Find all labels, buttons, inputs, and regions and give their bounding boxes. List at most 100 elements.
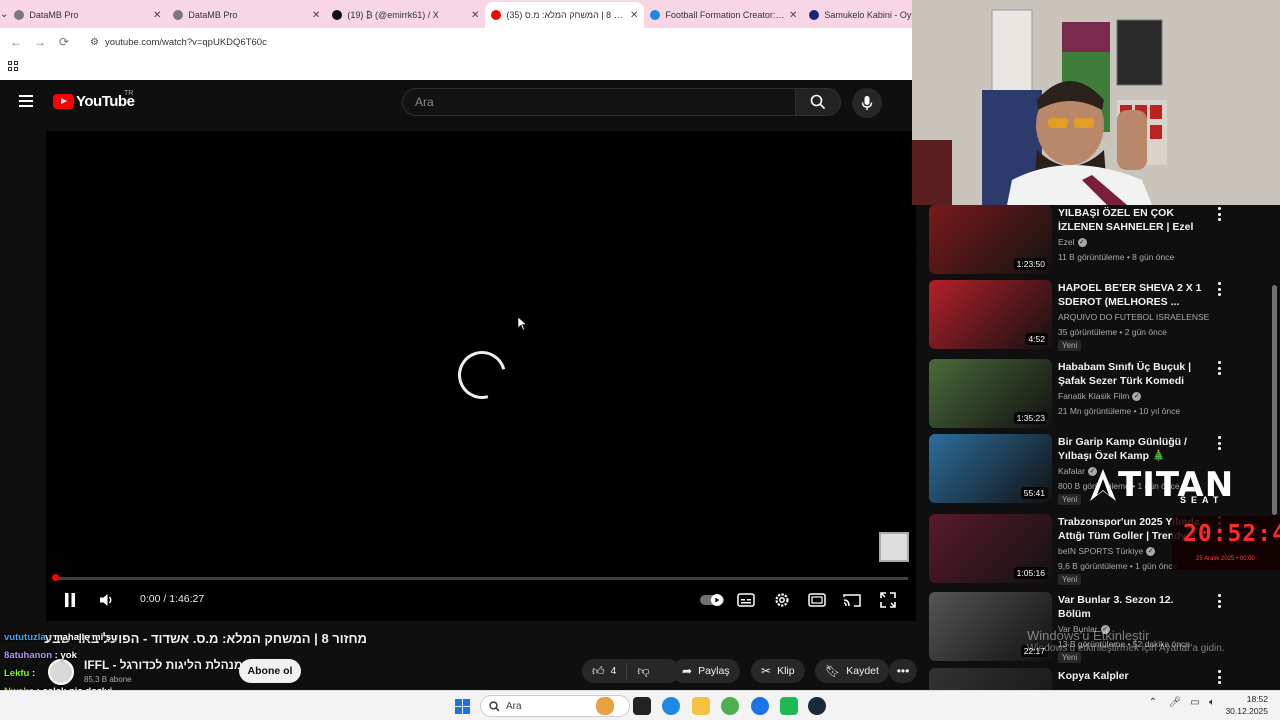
search-button[interactable] [795,88,841,116]
tab-search-dropdown-icon[interactable]: ⌄ [0,0,8,28]
recommendation-title[interactable]: YILBAŞI ÖZEL EN ÇOK İZLENEN SAHNELER | E… [1058,206,1206,234]
network-icon[interactable]: ▭ [1188,697,1202,715]
windows-start-icon[interactable] [455,699,470,714]
save-button[interactable]: 🔖︎ Kaydet [815,659,889,683]
tab-favicon-icon [173,10,184,20]
fullscreen-icon [880,592,896,608]
thumbs-down-icon: 👎︎ [637,663,650,678]
recommendation-channel[interactable]: beIN SPORTS Türkiye ✓ [1058,546,1156,557]
channel-name[interactable]: IFFL - מנהלת הליגות לכדורגל [84,658,243,672]
browser-tab[interactable]: DataMB Pro ✕ [8,2,167,28]
close-tab-icon[interactable]: ✕ [789,10,797,21]
recommendation-card[interactable]: Kopya Kalpler [929,668,1229,690]
youtube-logo[interactable]: YouTube [53,93,135,110]
subtitles-button[interactable] [737,587,755,613]
dislike-button[interactable]: 👎︎ [627,664,649,679]
file-explorer-icon[interactable] [692,697,710,715]
channel-watermark-icon[interactable] [879,532,909,562]
autoplay-toggle[interactable] [700,587,724,613]
more-actions-button[interactable]: ••• [889,659,917,683]
close-tab-icon[interactable]: ✕ [312,10,320,21]
video-thumbnail[interactable]: 1:05:16 [929,514,1052,583]
tab-favicon-icon [650,10,661,20]
widget-icon[interactable] [596,697,614,715]
task-view-icon[interactable] [633,697,651,715]
webcam-feed [912,0,1280,205]
volume-button[interactable] [98,587,116,613]
site-info-icon[interactable]: ⚙ [90,37,99,48]
sidebar-scrollbar[interactable] [1270,205,1280,690]
close-tab-icon[interactable]: ✕ [153,10,161,21]
video-thumbnail[interactable]: 4:52 [929,280,1052,349]
pause-button[interactable] [62,587,78,613]
video-thumbnail[interactable]: 55:41 [929,434,1052,503]
clock-date: 25 Aralık 2025 • 00:00 [1196,556,1255,562]
like-button[interactable]: 👍︎ 4 [582,663,628,679]
more-vertical-icon[interactable] [1216,670,1222,684]
microphone-icon [861,96,873,110]
share-button[interactable]: ➦ Paylaş [672,659,740,683]
back-icon[interactable]: ← [4,35,28,49]
more-vertical-icon[interactable] [1216,207,1222,221]
tray-date[interactable]: 30.12.2025 [1222,706,1268,716]
more-vertical-icon[interactable] [1216,594,1222,608]
recommendation-title[interactable]: HAPOEL BE'ER SHEVA 2 X 1 SDEROT (MELHORE… [1058,281,1206,309]
menu-icon[interactable] [19,95,33,107]
forward-icon[interactable]: → [28,35,52,49]
video-thumbnail[interactable] [929,668,1052,690]
chrome-icon[interactable] [721,697,739,715]
recommendation-title[interactable]: Hababam Sınıfı Üç Buçuk | Şafak Sezer Tü… [1058,360,1206,388]
scrollbar-thumb[interactable] [1272,285,1277,515]
chat-user: vututuzla [4,632,46,643]
clip-button[interactable]: ✂ Klip [751,659,805,683]
settings-button[interactable] [773,587,791,613]
recommendation-channel[interactable]: Ezel ✓ [1058,237,1087,248]
close-tab-icon[interactable]: ✕ [471,10,479,21]
more-vertical-icon[interactable] [1216,282,1222,296]
voice-search-button[interactable] [852,88,882,118]
browser-tab[interactable]: Football Formation Creator: Re ✕ [644,2,803,28]
tab-favicon-icon [491,10,502,20]
address-bar[interactable]: ⚙ youtube.com/watch?v=qpUKDQ6T60c [82,31,912,53]
tab-favicon-icon [809,10,820,20]
chrome-active-icon[interactable] [751,697,769,715]
progress-bar[interactable] [54,577,908,580]
reload-icon[interactable]: ⟳ [52,35,76,49]
scrubber-handle[interactable] [52,574,59,581]
close-tab-icon[interactable]: ✕ [630,10,638,21]
tray-overflow-icon[interactable]: ⌃ [1146,697,1160,715]
recommendation-channel[interactable]: Fanatik Klasik Film ✓ [1058,391,1142,402]
speaker-icon[interactable]: 🔈︎ [1205,697,1219,715]
video-thumbnail[interactable]: 1:35:23 [929,359,1052,428]
browser-tab[interactable]: (35) מחזור 8 | המשחק המלא: מ.ס ✕ [485,2,645,28]
edge-icon[interactable] [662,697,680,715]
recommendation-title[interactable]: Var Bunlar 3. Sezon 12. Bölüm [1058,593,1206,621]
theater-mode-button[interactable] [808,587,826,613]
browser-tab[interactable]: DataMB Pro ✕ [167,2,326,28]
recommendation-title[interactable]: Kopya Kalpler [1058,669,1206,683]
recommendation-card[interactable]: 4:52 HAPOEL BE'ER SHEVA 2 X 1 SDEROT (MEL… [929,280,1229,352]
subscribe-button[interactable]: Abone ol [239,659,301,683]
search-input[interactable]: Ara [402,88,796,116]
cast-button[interactable] [843,587,861,613]
recommendation-card[interactable]: 1:35:23 Hababam Sınıfı Üç Buçuk | Şafak S… [929,359,1229,431]
fullscreen-button[interactable] [879,587,897,613]
video-player[interactable]: 0:00 / 1:46:27 [46,131,916,621]
steam-icon[interactable] [808,697,826,715]
recommendation-title[interactable]: Bir Garip Kamp Günlüğü / Yılbaşı Özel Ka… [1058,435,1206,463]
video-duration: 4:52 [1025,333,1048,345]
app-icon[interactable] [780,697,798,715]
apps-grid-icon[interactable] [8,61,18,71]
browser-tab[interactable]: (19) ₿ (@emirrk61) / X ✕ [326,2,485,28]
recommendation-card[interactable]: 1:23:50 YILBAŞI ÖZEL EN ÇOK İZLENEN SAHNE… [929,205,1229,277]
more-vertical-icon[interactable] [1216,436,1222,450]
channel-avatar[interactable] [48,659,74,685]
video-thumbnail[interactable]: 1:23:50 [929,205,1052,274]
tray-time[interactable]: 18:52 [1222,694,1268,704]
pause-icon [65,593,75,607]
microphone-tray-icon[interactable]: 🎤︎ [1168,697,1182,715]
recommendation-channel[interactable]: ARQUIVO DO FUTEBOL ISRAELENSE [1058,312,1209,322]
loading-spinner [449,342,515,408]
chat-text: yok [60,650,77,661]
more-vertical-icon[interactable] [1216,361,1222,375]
